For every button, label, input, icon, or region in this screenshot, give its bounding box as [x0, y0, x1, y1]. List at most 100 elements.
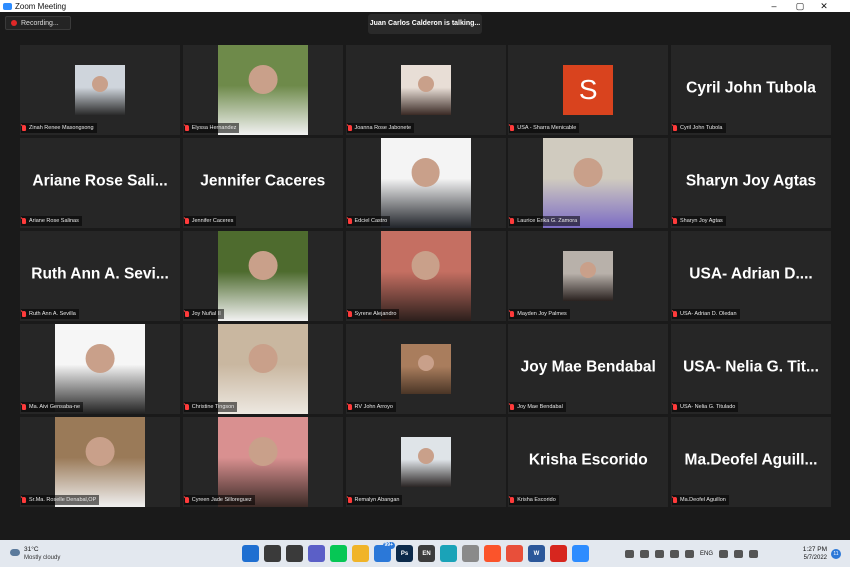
participant-tile[interactable]: Edciel Castro [345, 138, 506, 228]
participant-name-bar: RV John Arroyo [346, 402, 396, 412]
participant-display-name: Joy Mae Bendabal [520, 358, 656, 376]
participant-tile[interactable]: USA- Adrian D.... USA- Adrian D. Oledan [671, 231, 831, 321]
title-bar: Zoom Meeting [0, 0, 850, 12]
mic-muted-icon [673, 311, 677, 317]
participant-tile[interactable]: Krisha Escorido Krisha Escorido [508, 417, 669, 507]
wifi-icon[interactable] [719, 550, 729, 558]
participant-tile[interactable]: Ma.Deofel Aguill... Ma.Deofel Aguillon [671, 417, 831, 507]
weather-widget[interactable]: 31°C Mostly cloudy [10, 546, 60, 562]
participant-tile[interactable]: Mayden Joy Palmes [508, 231, 669, 321]
participant-video [217, 417, 308, 507]
participant-name: Joy Mae Bendabal [517, 404, 563, 410]
participant-name-bar: Ruth Ann A. Sevilla [21, 309, 79, 319]
participant-display-name: Jennifer Caceres [200, 172, 326, 190]
language-indicator[interactable]: ENG [700, 551, 713, 557]
participant-name-bar: Sr.Ma. Roselle Denabal,OP [21, 495, 100, 505]
onedrive-icon[interactable] [640, 550, 649, 558]
mic-muted-icon [510, 218, 515, 224]
participant-video [75, 65, 125, 115]
participant-name: Ariane Rose Salinas [29, 218, 79, 224]
participant-video [380, 138, 471, 228]
mic-muted-icon [510, 497, 515, 503]
en-app-icon[interactable]: EN [418, 545, 435, 562]
participant-tile[interactable]: Zinah Renee Masongsong [20, 45, 180, 135]
participant-tile[interactable]: Remalyn Abangan [345, 417, 506, 507]
participant-tile[interactable]: Joanna Rose Jabonete [345, 45, 506, 135]
mic-muted-icon [22, 497, 26, 503]
participant-name-bar: Remalyn Abangan [346, 495, 403, 505]
gallery-grid: Zinah Renee Masongsong Elyssa Hernandez Jo… [20, 45, 831, 509]
file-explorer-icon[interactable] [352, 545, 369, 562]
keyboard-icon[interactable] [655, 550, 664, 558]
participant-tile[interactable]: Sharyn Joy Agtas Sharyn Joy Agtas [671, 138, 831, 228]
participant-tile[interactable]: Syrene Alejandro [345, 231, 506, 321]
participant-name: Sharyn Joy Agtas [680, 218, 723, 224]
chrome-icon[interactable] [506, 545, 523, 562]
notification-badge[interactable]: 11 [831, 549, 841, 559]
mic-muted-icon [510, 311, 515, 317]
mic-muted-icon [184, 218, 189, 224]
mic-muted-icon [22, 218, 26, 224]
participant-tile[interactable]: RV John Arroyo [345, 324, 506, 414]
participant-video [400, 437, 451, 487]
participant-tile[interactable]: Ma. Aivi Gensaba-ne [20, 324, 180, 414]
app-icon-label: EN [422, 550, 431, 557]
mic-muted-icon [22, 404, 26, 410]
recording-indicator[interactable]: Recording... [5, 16, 71, 30]
mic-muted-icon [347, 404, 352, 410]
mic-muted-icon [184, 404, 189, 410]
participant-tile[interactable]: Joy Mae Bendabal Joy Mae Bendabal [508, 324, 669, 414]
search-icon[interactable] [264, 545, 281, 562]
person-silhouette [417, 355, 434, 371]
participant-tile[interactable]: Jennifer Caceres Jennifer Caceres [182, 138, 343, 228]
store-icon[interactable]: 99+ [374, 542, 395, 562]
mic-muted-icon [510, 404, 515, 410]
participant-video [400, 65, 451, 115]
person-silhouette [85, 436, 115, 466]
mic-muted-icon [22, 125, 26, 131]
maximize-button[interactable]: ▢ [790, 0, 810, 12]
photoshop-icon[interactable]: Ps [396, 545, 413, 562]
app-icon[interactable] [462, 545, 479, 562]
participant-tile[interactable]: Christine Tingson [182, 324, 343, 414]
participant-tile[interactable]: Sr.Ma. Roselle Denabal,OP [20, 417, 180, 507]
participant-tile[interactable]: Ruth Ann A. Sevi... Ruth Ann A. Sevilla [20, 231, 180, 321]
task-view-icon[interactable] [286, 545, 303, 562]
participant-tile[interactable]: Ariane Rose Sali... Ariane Rose Salinas [20, 138, 180, 228]
participant-tile[interactable]: Laurice Erika G. Zamora [508, 138, 669, 228]
battery-icon[interactable] [749, 550, 759, 558]
word-icon[interactable]: W [528, 545, 545, 562]
participant-tile[interactable]: Joy Nuñal II [182, 231, 343, 321]
chevron-up-icon[interactable] [625, 550, 634, 558]
edge-icon[interactable] [440, 545, 457, 562]
windows-start-icon[interactable] [242, 545, 259, 562]
person-silhouette [417, 448, 434, 464]
clock-time: 1:27 PM [802, 546, 827, 553]
volume-icon[interactable] [734, 550, 744, 558]
person-silhouette [248, 436, 278, 466]
participant-name: Laurice Erika G. Zamora [517, 218, 578, 224]
line-app-icon[interactable] [330, 545, 347, 562]
brave-icon[interactable] [484, 545, 501, 562]
participant-tile[interactable]: USA- Nelia G. Tit... USA- Nelia G. Titula… [671, 324, 831, 414]
participant-video [543, 138, 634, 228]
zoom-icon[interactable] [572, 545, 589, 562]
teams-chat-icon[interactable] [308, 545, 325, 562]
record-icon [11, 20, 17, 26]
acrobat-icon[interactable] [550, 545, 567, 562]
clock[interactable]: 1:27 PM 5/7/2022 [797, 546, 827, 562]
participant-name-bar: Joanna Rose Jabonete [346, 123, 415, 133]
participant-tile[interactable]: Cyril John Tubola Cyril John Tubola [671, 45, 831, 135]
participant-tile[interactable]: S USA - Sharra Menicable [508, 45, 669, 135]
mic-icon[interactable] [685, 550, 694, 558]
participant-display-name: Krisha Escorido [528, 451, 648, 469]
display-icon[interactable] [670, 550, 679, 558]
participant-tile[interactable]: Cyreen Jade Silloreguez [182, 417, 343, 507]
mic-muted-icon [673, 497, 677, 503]
participant-name-bar: Joy Mae Bendabal [509, 402, 566, 412]
close-button[interactable]: ✕ [814, 0, 834, 12]
minimize-button[interactable]: – [764, 0, 784, 12]
participant-name-bar: Syrene Alejandro [346, 309, 400, 319]
person-silhouette [248, 64, 278, 94]
participant-tile[interactable]: Elyssa Hernandez [182, 45, 343, 135]
